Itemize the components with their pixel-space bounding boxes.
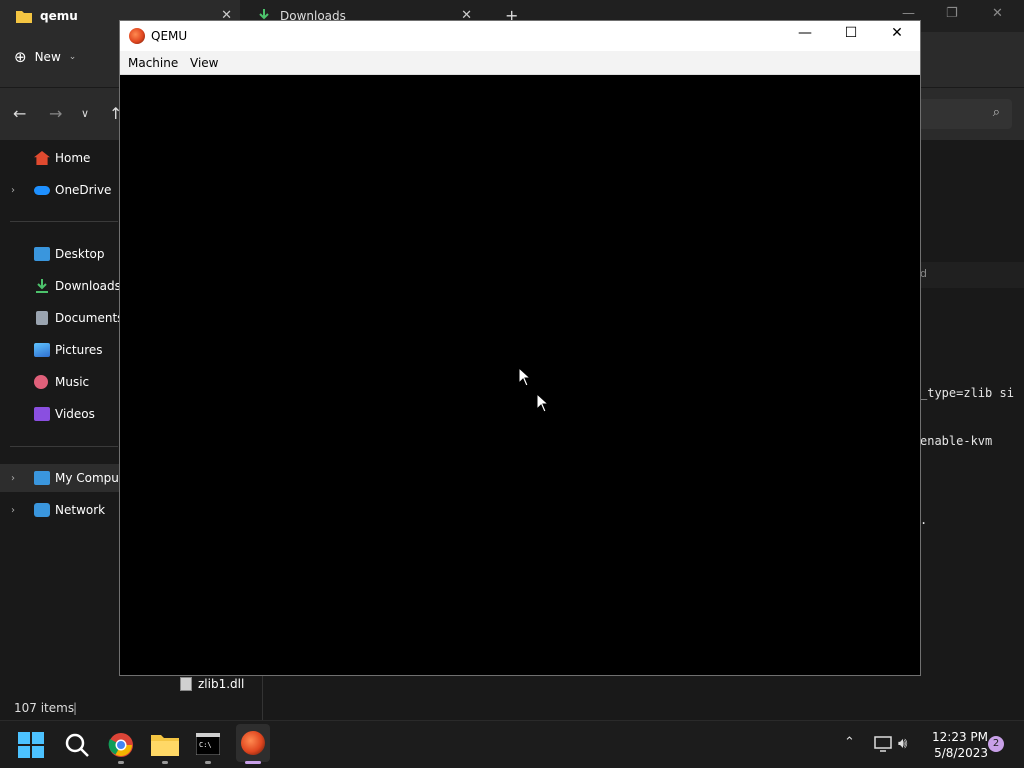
home-icon xyxy=(34,151,50,165)
volume-icon[interactable]: 🔊︎ xyxy=(898,734,907,752)
taskbar: C:\ ⌃ 🔊︎ 12:23 PM 5/8/2023 xyxy=(0,720,1024,768)
column-header-text: d xyxy=(920,267,927,280)
computer-icon xyxy=(34,471,50,485)
qemu-title-bar[interactable]: QEMU — ☐ ✕ xyxy=(120,21,920,51)
sidebar-item-label: Home xyxy=(55,151,91,165)
preview-text-line: enable-kvm xyxy=(920,434,993,448)
chrome-icon[interactable] xyxy=(108,732,134,758)
pictures-icon xyxy=(34,343,50,357)
menu-machine[interactable]: Machine xyxy=(128,56,178,70)
mouse-cursor-icon xyxy=(518,367,532,387)
chevron-right-icon[interactable]: › xyxy=(11,473,15,484)
qemu-icon xyxy=(241,731,265,755)
close-button[interactable]: ✕ xyxy=(874,25,920,47)
running-indicator xyxy=(162,761,168,764)
sidebar-item-label: OneDrive xyxy=(55,183,112,197)
sidebar-item-label: Music xyxy=(55,375,90,389)
preview-text-line: . xyxy=(920,513,928,527)
recent-locations-chevron-icon[interactable]: ∨ xyxy=(81,107,89,120)
qemu-icon xyxy=(129,28,145,44)
menu-view[interactable]: View xyxy=(190,56,218,70)
start-icon[interactable] xyxy=(18,732,44,758)
sidebar-item-label: Downloads xyxy=(55,279,121,293)
file-row[interactable]: zlib1.dll xyxy=(158,674,268,694)
active-indicator xyxy=(245,761,261,764)
maximize-button[interactable]: ☐ xyxy=(828,25,874,47)
file-explorer-icon[interactable] xyxy=(151,732,179,756)
back-arrow-icon[interactable]: ← xyxy=(13,104,26,123)
running-indicator xyxy=(118,761,124,764)
search-icon: ⌕ xyxy=(992,105,1000,120)
download-icon xyxy=(36,279,48,293)
onedrive-icon xyxy=(34,186,50,195)
tab-label: qemu xyxy=(40,9,78,23)
search-input[interactable]: ⌕ xyxy=(918,99,1012,129)
sidebar-item-label: Desktop xyxy=(55,247,105,261)
chevron-down-icon: ⌄ xyxy=(68,52,77,62)
documents-icon xyxy=(36,311,48,325)
qemu-taskbar-button[interactable] xyxy=(236,724,270,762)
qemu-window: QEMU — ☐ ✕ Machine View xyxy=(119,20,921,676)
mouse-cursor-icon xyxy=(536,393,550,413)
file-list-column-header[interactable]: d xyxy=(918,262,1024,288)
music-icon xyxy=(34,375,48,389)
system-clock[interactable]: 12:23 PM 5/8/2023 xyxy=(924,729,988,761)
new-button-label: New xyxy=(34,50,61,64)
sidebar-item-label: Network xyxy=(55,503,106,517)
forward-arrow-icon[interactable]: → xyxy=(49,104,62,123)
status-separator: | xyxy=(73,701,78,715)
dll-file-icon xyxy=(180,677,192,691)
clock-time: 12:23 PM xyxy=(932,730,988,744)
sidebar-divider xyxy=(10,446,118,447)
chevron-right-icon[interactable]: › xyxy=(11,185,15,196)
preview-text-line: _type=zlib si xyxy=(920,386,1014,400)
running-indicator xyxy=(205,761,211,764)
desktop-icon xyxy=(34,247,50,261)
clock-date: 5/8/2023 xyxy=(934,746,988,760)
chevron-right-icon[interactable]: › xyxy=(11,505,15,516)
search-icon[interactable] xyxy=(64,732,90,758)
sidebar-item-label: Pictures xyxy=(55,343,103,357)
terminal-icon[interactable]: C:\ xyxy=(196,733,220,755)
sidebar-item-label: Documents xyxy=(55,311,124,325)
close-icon[interactable]: ✕ xyxy=(992,6,1003,21)
status-bar: 107 items | xyxy=(0,698,264,720)
item-count: 107 items xyxy=(14,701,75,715)
show-hidden-icons-chevron-icon[interactable]: ⌃ xyxy=(844,735,855,750)
plus-circle-icon: ⊕ xyxy=(14,48,27,66)
vm-display[interactable] xyxy=(120,75,920,675)
network-icon xyxy=(34,503,50,517)
folder-icon xyxy=(16,11,32,23)
videos-icon xyxy=(34,407,50,421)
minimize-button[interactable]: — xyxy=(782,25,828,47)
qemu-menu-bar: Machine View xyxy=(120,51,920,75)
svg-text:C:\: C:\ xyxy=(199,741,212,749)
network-status-icon[interactable] xyxy=(874,736,892,752)
sidebar-item-label: My Comput xyxy=(55,471,124,485)
window-title: QEMU xyxy=(151,29,188,43)
file-name: zlib1.dll xyxy=(198,677,245,691)
sidebar-item-label: Videos xyxy=(55,407,95,421)
notification-badge[interactable]: 2 xyxy=(988,736,1004,752)
minimize-icon[interactable]: — xyxy=(902,6,915,21)
new-button[interactable]: ⊕ New ⌄ xyxy=(14,48,76,66)
restore-icon[interactable]: ❐ xyxy=(946,6,958,21)
sidebar-divider xyxy=(10,221,118,222)
